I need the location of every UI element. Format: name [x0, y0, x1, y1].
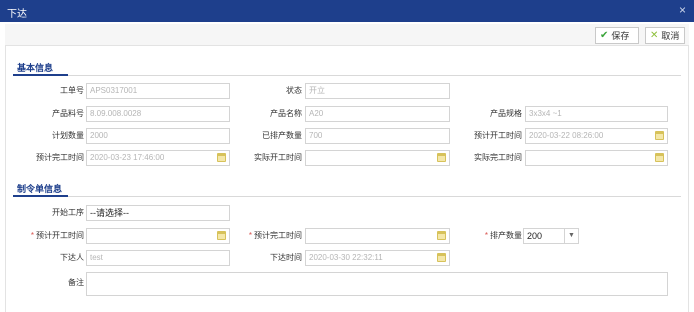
sched-qty-value: 200	[527, 231, 543, 241]
order-est-start-label: * 预计开工时间	[30, 231, 84, 240]
issuer-field[interactable]: test	[86, 250, 230, 266]
est-finish-field[interactable]: 2020-03-23 17:46:00	[86, 150, 230, 166]
order-est-finish-field[interactable]	[305, 228, 450, 244]
issuer-label: 下达人	[60, 253, 84, 262]
est-finish-label: 预计完工时间	[36, 153, 84, 162]
issue-time-value: 2020-03-30 22:32:11	[309, 253, 383, 262]
calendar-icon[interactable]	[437, 231, 446, 240]
remark-label: 备注	[68, 278, 84, 287]
calendar-icon[interactable]	[655, 131, 664, 140]
calendar-icon[interactable]	[217, 153, 226, 162]
scheduled-qty-label: 已排产数量	[262, 131, 302, 140]
required-mark: *	[248, 231, 252, 240]
section-divider-basic	[13, 74, 681, 76]
est-finish-value: 2020-03-23 17:46:00	[90, 153, 165, 162]
status-label: 状态	[286, 86, 302, 95]
check-icon: ✔	[600, 30, 609, 41]
scheduled-qty-field[interactable]: 700	[305, 128, 450, 144]
act-start-field[interactable]	[305, 150, 450, 166]
part-name-label: 产品名称	[270, 109, 302, 118]
order-est-finish-label: * 预计完工时间	[248, 231, 302, 240]
dialog-title: 下达	[7, 9, 27, 20]
required-mark: *	[484, 231, 488, 240]
section-title-basic: 基本信息	[17, 63, 54, 73]
act-finish-field[interactable]	[525, 150, 668, 166]
status-field[interactable]: 开立	[305, 83, 450, 99]
calendar-icon[interactable]	[655, 153, 664, 162]
plan-qty-label: 计划数量	[52, 131, 84, 140]
spec-field[interactable]: 3x3x4 ~1	[525, 106, 668, 122]
remark-textarea[interactable]	[86, 272, 668, 296]
work-order-field[interactable]: APS0317001	[86, 83, 230, 99]
cancel-label: 取消	[661, 31, 680, 41]
save-button[interactable]: ✔ 保存	[595, 27, 639, 44]
part-no-field[interactable]: 8.09.008.0028	[86, 106, 230, 122]
plan-qty-field[interactable]: 2000	[86, 128, 230, 144]
start-process-label: 开始工序	[52, 208, 84, 217]
part-name-field[interactable]: A20	[305, 106, 450, 122]
act-finish-label: 实际完工时间	[474, 153, 522, 162]
toolbar: ✔ 保存 ✕ 取消	[5, 24, 689, 46]
calendar-icon[interactable]	[217, 231, 226, 240]
dialog-titlebar: 下达 ×	[0, 0, 694, 22]
dialog-body	[5, 24, 689, 312]
cancel-button[interactable]: ✕ 取消	[645, 27, 685, 44]
calendar-icon[interactable]	[437, 253, 446, 262]
part-no-label: 产品料号	[52, 109, 84, 118]
start-process-select[interactable]: --请选择--	[86, 205, 230, 221]
calendar-icon[interactable]	[437, 153, 446, 162]
sched-qty-select[interactable]: 200 ▼	[523, 228, 579, 244]
act-start-label: 实际开工时间	[254, 153, 302, 162]
cancel-icon: ✕	[650, 30, 659, 41]
required-mark: *	[30, 231, 34, 240]
spec-label: 产品规格	[490, 109, 522, 118]
issue-time-field[interactable]: 2020-03-30 22:32:11	[305, 250, 450, 266]
est-start-value: 2020-03-22 08:26:00	[529, 131, 604, 140]
work-order-label: 工单号	[60, 86, 84, 95]
save-label: 保存	[611, 31, 630, 41]
sched-qty-label: * 排产数量	[484, 231, 522, 240]
est-start-label: 预计开工时间	[474, 131, 522, 140]
est-start-field[interactable]: 2020-03-22 08:26:00	[525, 128, 668, 144]
issue-time-label: 下达时间	[270, 253, 302, 262]
chevron-down-icon[interactable]: ▼	[564, 229, 578, 243]
section-title-order: 制令单信息	[17, 184, 63, 194]
order-est-start-field[interactable]	[86, 228, 230, 244]
close-icon[interactable]: ×	[679, 3, 686, 17]
section-divider-order	[13, 195, 681, 197]
